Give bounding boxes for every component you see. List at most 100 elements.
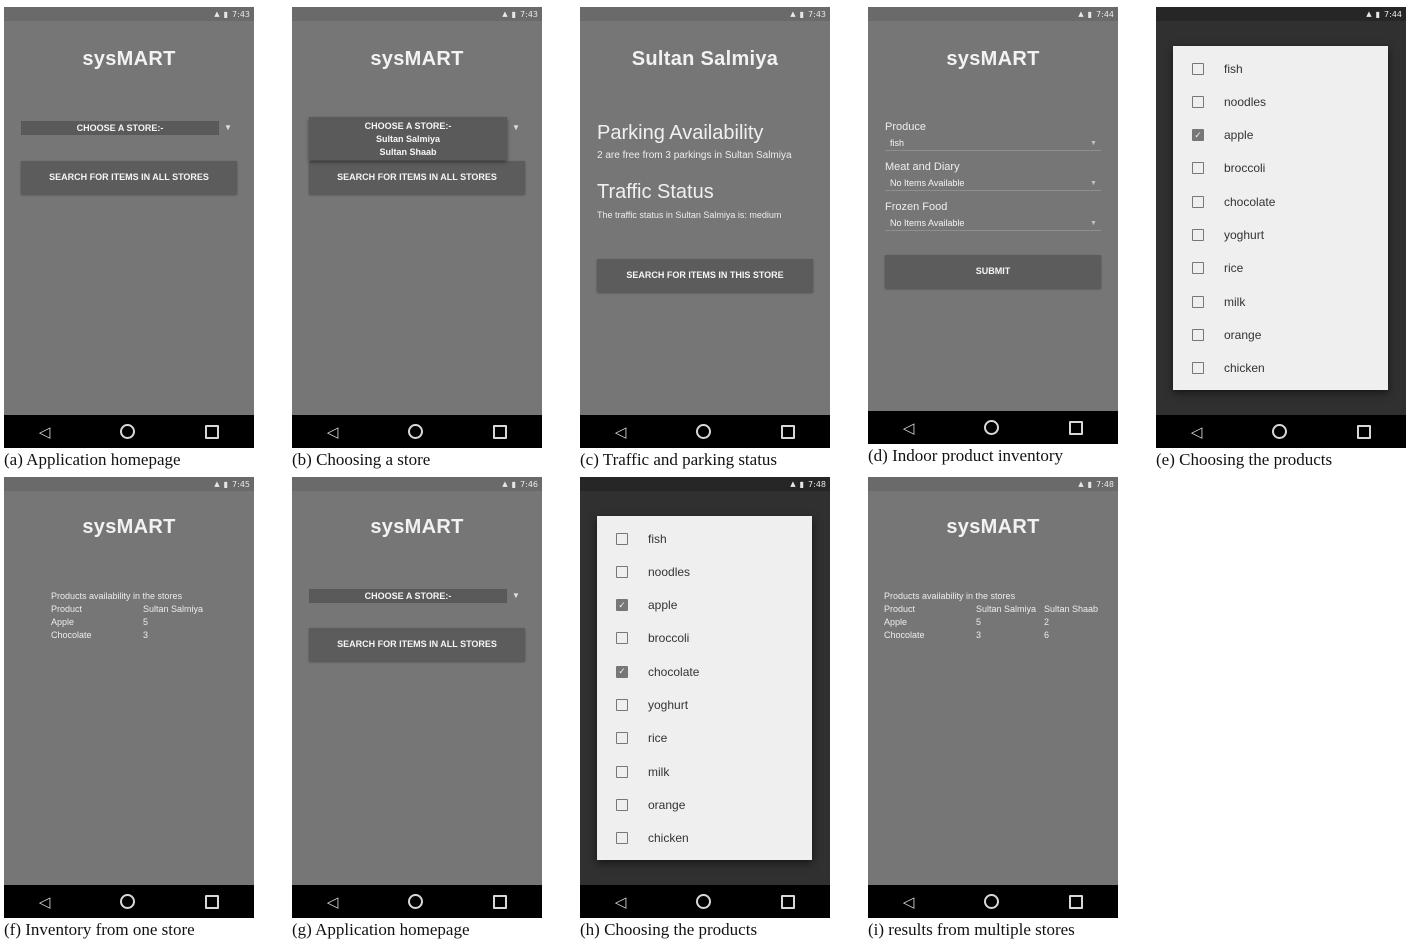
back-icon[interactable]: ◁ (1191, 423, 1203, 441)
back-icon[interactable]: ◁ (615, 893, 627, 911)
home-icon[interactable] (984, 894, 1000, 909)
home-icon[interactable] (408, 424, 424, 439)
search-all-stores-button[interactable]: SEARCH FOR ITEMS IN ALL STORES (21, 161, 237, 194)
battery-icon: ▮ (799, 9, 805, 19)
checkbox-icon[interactable] (1192, 362, 1204, 375)
home-icon[interactable] (984, 420, 1000, 435)
product-option-rice[interactable]: rice (597, 722, 812, 755)
search-this-store-button[interactable]: SEARCH FOR ITEMS IN THIS STORE (597, 259, 813, 292)
product-option-chicken[interactable]: chicken (1173, 352, 1388, 385)
field-value-produce[interactable]: fish (890, 138, 904, 148)
back-icon[interactable]: ◁ (39, 893, 51, 911)
product-option-rice[interactable]: rice (1173, 252, 1388, 285)
chevron-down-icon[interactable]: ▼ (1090, 180, 1097, 187)
checkbox-checked-icon[interactable]: ✓ (1192, 129, 1204, 142)
product-option-milk[interactable]: milk (1173, 285, 1388, 318)
product-option-apple[interactable]: ✓ apple (597, 589, 812, 622)
recents-icon[interactable] (1069, 894, 1084, 909)
checkbox-icon[interactable] (1192, 295, 1204, 308)
recents-icon[interactable] (493, 894, 508, 909)
status-bar: ▲ ▮ 7:44 (1156, 7, 1406, 21)
product-option-noodles[interactable]: noodles (597, 555, 812, 588)
product-option-orange[interactable]: orange (597, 788, 812, 821)
checkbox-icon[interactable] (1192, 262, 1204, 275)
recents-icon[interactable] (1069, 420, 1084, 435)
chevron-down-icon[interactable]: ▼ (512, 123, 520, 132)
chevron-down-icon[interactable]: ▼ (1090, 220, 1097, 227)
back-icon[interactable]: ◁ (903, 419, 915, 437)
chevron-down-icon[interactable]: ▼ (512, 591, 520, 600)
product-option-chocolate[interactable]: ✓ chocolate (597, 655, 812, 688)
home-icon[interactable] (1272, 424, 1288, 439)
checkbox-icon[interactable] (616, 532, 628, 545)
search-all-stores-button[interactable]: SEARCH FOR ITEMS IN ALL STORES (309, 628, 525, 661)
home-icon[interactable] (408, 894, 424, 909)
recents-icon[interactable] (205, 424, 220, 439)
checkbox-icon[interactable] (616, 765, 628, 778)
chevron-down-icon[interactable]: ▼ (224, 123, 232, 132)
back-icon[interactable]: ◁ (327, 423, 339, 441)
product-option-yoghurt[interactable]: yoghurt (597, 689, 812, 722)
product-option-label: chocolate (648, 664, 700, 679)
panel-g: ▲ ▮ 7:46 sysMART CHOOSE A STORE:- ▼ SEAR… (292, 477, 542, 940)
product-option-label: fish (648, 531, 667, 546)
dropdown-option-sultan-salmiya[interactable]: Sultan Salmiya (309, 133, 507, 146)
recents-icon[interactable] (493, 424, 508, 439)
product-option-broccoli[interactable]: broccoli (597, 622, 812, 655)
checkbox-icon[interactable] (616, 699, 628, 711)
submit-button[interactable]: SUBMIT (885, 255, 1101, 288)
store-spinner[interactable]: CHOOSE A STORE:- (21, 121, 219, 135)
status-bar: ▲ ▮ 7:44 (868, 7, 1118, 21)
field-value-frozen[interactable]: No Items Available (890, 218, 964, 228)
checkbox-icon[interactable] (1192, 162, 1204, 175)
product-option-chocolate[interactable]: chocolate (1173, 185, 1388, 218)
recents-icon[interactable] (781, 894, 796, 909)
product-option-milk[interactable]: milk (597, 755, 812, 788)
product-option-yoghurt[interactable]: yoghurt (1173, 219, 1388, 252)
back-icon[interactable]: ◁ (327, 893, 339, 911)
product-option-broccoli[interactable]: broccoli (1173, 152, 1388, 185)
table-row: Chocolate 3 6 (884, 629, 1098, 642)
store-spinner[interactable]: CHOOSE A STORE:- (309, 589, 507, 603)
chevron-down-icon[interactable]: ▼ (1090, 140, 1097, 147)
home-icon[interactable] (696, 424, 712, 439)
search-all-stores-button[interactable]: SEARCH FOR ITEMS IN ALL STORES (309, 161, 525, 194)
product-picker-dialog: fish noodles ✓ apple broccoli ✓ chocolate yoghu… (597, 516, 812, 860)
recents-icon[interactable] (781, 424, 796, 439)
checkbox-icon[interactable] (616, 732, 628, 745)
app-title: sysMART (82, 516, 176, 538)
recents-icon[interactable] (205, 894, 220, 909)
status-time: 7:48 (1096, 479, 1114, 489)
product-option-fish[interactable]: fish (597, 522, 812, 555)
dropdown-header[interactable]: CHOOSE A STORE:- (309, 120, 507, 133)
dropdown-option-sultan-shaab[interactable]: Sultan Shaab (309, 146, 507, 159)
checkbox-icon[interactable] (616, 632, 628, 645)
app-title: sysMART (946, 516, 1040, 538)
status-bar: ▲ ▮ 7:43 (580, 7, 830, 21)
phone-screen: ▲ ▮ 7:43 sysMART SEARCH FOR ITEMS IN ALL… (292, 7, 542, 448)
checkbox-icon[interactable] (616, 798, 628, 811)
back-icon[interactable]: ◁ (615, 423, 627, 441)
field-value-meat[interactable]: No Items Available (890, 178, 964, 188)
checkbox-icon[interactable] (1192, 62, 1204, 75)
back-icon[interactable]: ◁ (903, 893, 915, 911)
product-option-fish[interactable]: fish (1173, 52, 1388, 85)
product-option-noodles[interactable]: noodles (1173, 85, 1388, 118)
caption: (b) Choosing a store (292, 450, 431, 469)
checkbox-icon[interactable] (1192, 229, 1204, 241)
home-icon[interactable] (120, 894, 136, 909)
checkbox-checked-icon[interactable]: ✓ (616, 665, 628, 678)
recents-icon[interactable] (1357, 424, 1372, 439)
product-option-apple[interactable]: ✓ apple (1173, 119, 1388, 152)
product-option-chicken[interactable]: chicken (597, 822, 812, 855)
checkbox-icon[interactable] (616, 832, 628, 845)
checkbox-icon[interactable] (1192, 95, 1204, 108)
back-icon[interactable]: ◁ (39, 423, 51, 441)
product-option-orange[interactable]: orange (1173, 318, 1388, 351)
home-icon[interactable] (120, 424, 136, 439)
home-icon[interactable] (696, 894, 712, 909)
checkbox-icon[interactable] (1192, 195, 1204, 208)
checkbox-checked-icon[interactable]: ✓ (616, 599, 628, 612)
checkbox-icon[interactable] (1192, 328, 1204, 341)
checkbox-icon[interactable] (616, 565, 628, 578)
